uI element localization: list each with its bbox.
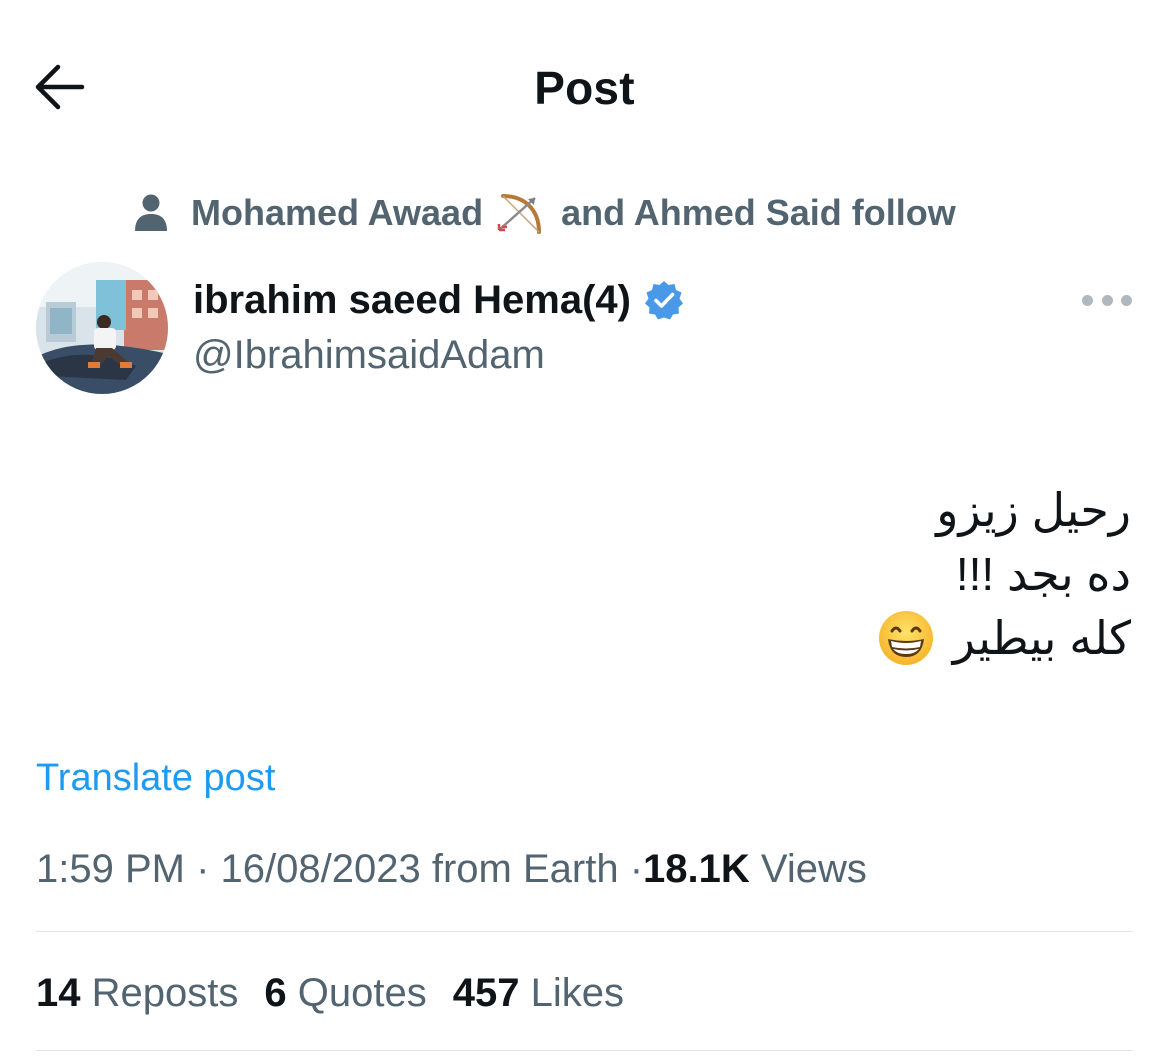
author-name-row: ibrahim saeed Hema(4) <box>193 274 685 326</box>
translate-post-link[interactable]: Translate post <box>36 754 275 802</box>
post-time[interactable]: 1:59 PM <box>36 847 185 891</box>
tweet-line: كله بيطير <box>952 612 1131 664</box>
tweet-line-last: كله بيطير <box>431 606 1131 670</box>
tweet-text: رحيل زيزو ده بجد !!! كله بيطير <box>431 478 1131 670</box>
post-meta: 1:59 PM · 16/08/2023 from Earth ·18.1K V… <box>36 842 867 896</box>
post-source: from Earth <box>431 847 619 891</box>
reposts-label: Reposts <box>91 971 239 1015</box>
quotes-count: 6 <box>264 971 287 1015</box>
divider <box>36 931 1133 932</box>
author-name[interactable]: ibrahim saeed Hema(4) <box>193 278 631 323</box>
meta-separator: · <box>196 847 210 891</box>
post-date[interactable]: 16/08/2023 <box>221 847 421 891</box>
views-count: 18.1K <box>643 847 750 891</box>
person-icon <box>135 194 167 231</box>
likes-stat[interactable]: 457 Likes <box>453 966 624 1020</box>
views-label: Views <box>760 847 867 891</box>
verified-badge-icon <box>644 281 683 320</box>
grinning-face-emoji-icon <box>878 611 933 665</box>
author-handle[interactable]: @IbrahimsaidAdam <box>193 330 545 380</box>
more-options-icon[interactable] <box>1082 288 1132 312</box>
tweet-line: رحيل زيزو <box>936 484 1131 536</box>
avatar[interactable] <box>36 262 168 394</box>
likes-label: Likes <box>530 971 624 1015</box>
quotes-stat[interactable]: 6 Quotes <box>264 966 426 1020</box>
social-context[interactable]: Mohamed Awaad and Ahmed Said follow <box>133 190 956 236</box>
likes-count: 457 <box>452 971 520 1015</box>
meta-separator: · <box>629 847 644 891</box>
page-title: Post <box>534 62 635 114</box>
divider <box>36 1050 1133 1051</box>
engagement-stats: 14 Reposts 6 Quotes 457 Likes <box>36 966 650 1020</box>
social-context-text: and Ahmed Said follow <box>561 192 956 233</box>
avatar-image <box>36 262 168 394</box>
tweet-line: ده بجد !!! <box>955 548 1131 600</box>
reposts-stat[interactable]: 14 Reposts <box>36 966 238 1020</box>
bow-and-arrow-emoji-icon <box>497 194 542 234</box>
reposts-count: 14 <box>36 971 81 1015</box>
quotes-label: Quotes <box>297 971 427 1015</box>
follower-name: Mohamed Awaad <box>191 192 484 233</box>
